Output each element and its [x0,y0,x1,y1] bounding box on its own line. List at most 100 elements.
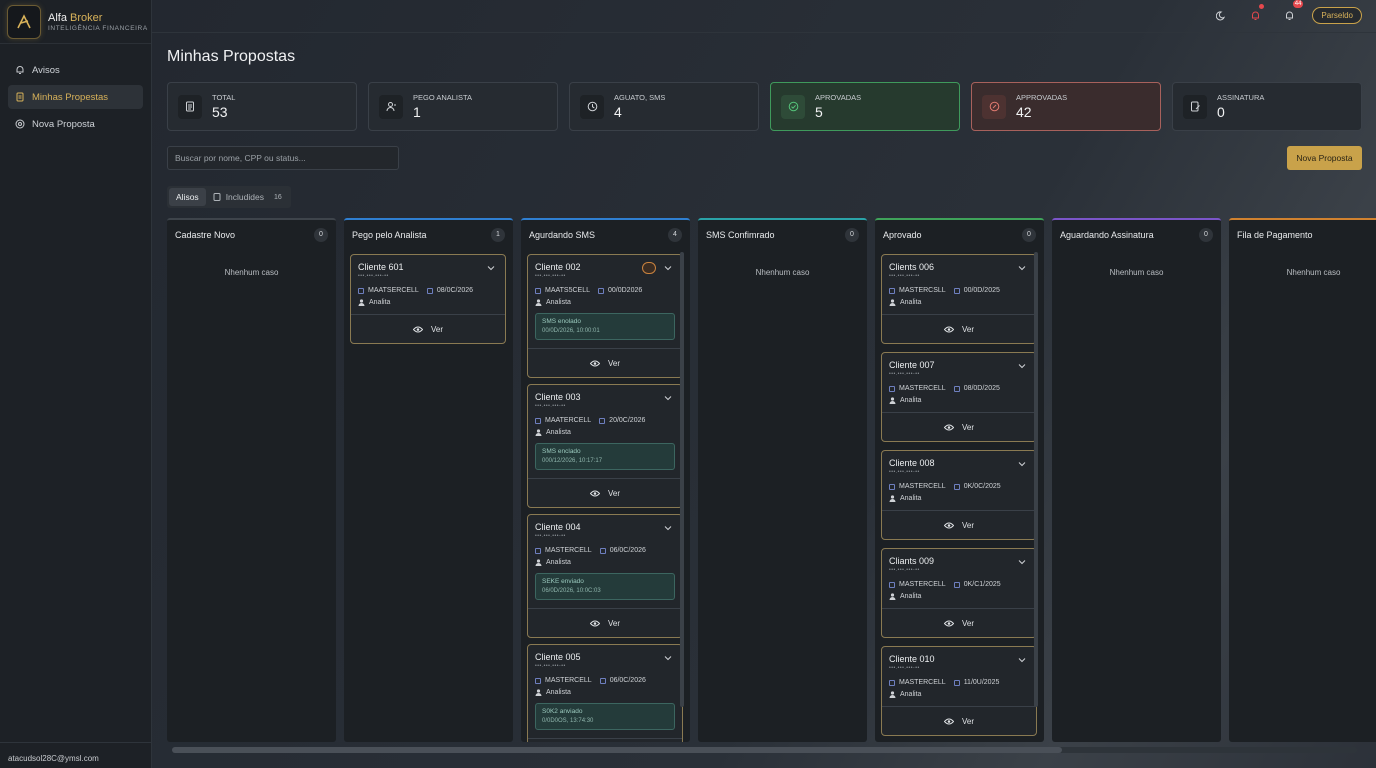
brand[interactable]: Alfa Broker INTELIGÊNCIA FINANCEIRA [0,0,151,44]
client-cpf: •••.•••.•••-•• [535,403,566,409]
card-brand-icon [889,483,895,490]
view-button[interactable]: Ver [528,738,682,742]
nova-proposta-button[interactable]: Nova Proposta [1287,146,1362,170]
card-role: Analita [369,299,391,306]
sms-status-label: SMS enolado [542,318,582,325]
tab-alisos[interactable]: Alisos [169,188,206,206]
card-role: Analita [900,593,922,600]
stat-value: 5 [815,104,823,120]
eye-icon [943,424,954,430]
user-icon [889,691,896,698]
sidebar-item-minhas-propostas[interactable]: Minhas Propestas [8,85,143,109]
sidebar-item-nova-proposta[interactable]: Nova Proposta [8,112,143,136]
empty-state: Nhenhum caso [1109,268,1164,277]
view-button[interactable]: Ver [882,706,1036,735]
profile-button[interactable]: Parseldo [1312,6,1362,24]
brand-tagline: INTELIGÊNCIA FINANCEIRA [48,24,148,32]
calendar-icon [953,679,960,686]
chevron-down-icon[interactable] [487,265,495,271]
client-cpf: •••.•••.•••-•• [535,533,566,539]
column-2: Agurdando SMS 4 Cliente 002 •••.•••.•••-•• M… [521,218,690,742]
eye-icon [589,620,600,626]
proposal-card[interactable]: Cliente 003 •••.•••.•••-•• MAATERCELL 20/0C… [527,384,683,508]
proposal-card[interactable]: Cliente 004 •••.•••.•••-•• MASTERCELL 06/0C… [527,514,683,638]
proposal-card[interactable]: Cliente 010 •••.•••.•••-•• MASTERCELL 11/0U… [881,646,1037,736]
calendar-icon [953,581,960,588]
card-brand: MAATS5CELL [545,287,590,294]
notifications-button[interactable]: 44 [1280,0,1304,24]
view-button[interactable]: Ver [528,348,682,377]
scrollbar-thumb[interactable] [172,747,1062,753]
page-title: Minhas Propostas [167,48,296,65]
chevron-down-icon[interactable] [664,655,672,661]
view-tabs: Alisos Includides 16 [167,186,291,208]
chevron-down-icon[interactable] [664,265,672,271]
client-cpf: •••.•••.•••-•• [889,567,920,573]
chevron-down-icon[interactable] [1018,265,1026,271]
eye-icon [589,360,600,366]
column-4: Aprovado 0 Clients 006 •••.•••.•••-•• MASTER… [875,218,1044,742]
logo-icon [7,4,41,39]
card-date: 11/0U/2025 [963,679,1000,686]
column-scrollbar[interactable] [680,252,684,707]
view-button[interactable]: Ver [882,412,1036,441]
card-brand: MAATERCELL [545,417,592,424]
view-button[interactable]: Ver [528,608,682,637]
warning-icon [642,262,656,274]
calendar-icon [953,483,960,490]
proposal-card[interactable]: Cliente 601 •••.•••.•••-•• MAATSERCELL 08/0… [350,254,506,344]
chevron-down-icon[interactable] [1018,559,1026,565]
card-brand: MASTERCELL [899,679,946,686]
sidebar-item-label: Nova Proposta [32,118,95,130]
chevron-down-icon[interactable] [1018,363,1026,369]
column-header: Cadastre Novo 0 [167,220,336,249]
user-icon [358,299,365,306]
client-name: Cliants 009 [889,556,935,566]
proposal-card[interactable]: Cliants 009 •••.•••.•••-•• MASTERCELL 0K/C1… [881,548,1037,638]
alerts-button[interactable] [1246,4,1265,24]
tab-includides[interactable]: Includides 16 [206,188,289,206]
sidebar-item-avisos[interactable]: Avisos [8,58,143,82]
view-button[interactable]: Ver [882,608,1036,637]
client-cpf: •••.•••.•••-•• [535,663,566,669]
main-area: 44 Parseldo Minhas Propostas TOTAL 53 PEG… [152,0,1376,768]
card-date: 06/0C/2026 [609,547,646,554]
view-button[interactable]: Ver [882,510,1036,539]
view-button[interactable]: Ver [528,478,682,507]
sms-status: SEKE enviado 06/0D/2026, 10:0C:03 [535,573,675,600]
column-header: SMS Confimrado 0 [698,220,867,249]
horizontal-scrollbar[interactable] [172,747,1357,753]
calendar-icon [599,547,606,554]
sidebar-item-label: Minhas Propestas [32,91,109,103]
stat-label: TOTAL [212,93,236,102]
column-title: SMS Confimrado [706,229,775,240]
card-date: 0K/C1/2025 [963,581,1001,588]
moon-icon [1215,10,1225,20]
chevron-down-icon[interactable] [1018,461,1026,467]
client-cpf: •••.•••.•••-•• [358,273,389,279]
stat-card-aprovadas: APROVADAS 5 [770,82,960,131]
column-scrollbar[interactable] [1034,252,1038,707]
calendar-icon [953,287,960,294]
card-role: Analita [900,691,922,698]
card-date: 00/0D/2025 [963,287,1000,294]
user-icon [379,94,403,119]
proposal-card[interactable]: Clients 006 •••.•••.•••-•• MASTERCSLL 00/0D… [881,254,1037,344]
search-input[interactable]: Buscar por nome, CPP ou status... [167,146,399,170]
column-title: Pego pelo Analista [352,229,427,240]
eye-icon [589,490,600,496]
view-button[interactable]: Ver [351,314,505,343]
theme-toggle-button[interactable] [1212,6,1230,24]
chevron-down-icon[interactable] [664,525,672,531]
chevron-down-icon[interactable] [1018,657,1026,663]
proposal-card[interactable]: Cliente 008 •••.•••.•••-•• MASTERCELL 0K/0C… [881,450,1037,540]
proposal-card[interactable]: Cliente 002 •••.•••.•••-•• MAATS5CELL 00/0D… [527,254,683,378]
card-date: 00/0D2026 [608,287,643,294]
chevron-down-icon[interactable] [664,395,672,401]
card-brand-icon [358,287,364,294]
view-button[interactable]: Ver [882,314,1036,343]
proposal-card[interactable]: Cliente 005 •••.•••.•••-•• MASTERCELL 06/0C… [527,644,683,742]
sign-icon [1183,94,1207,119]
stats-row: TOTAL 53 PEGO ANALISTA 1 AGUATO, SMS 4 APRO… [167,82,1373,131]
proposal-card[interactable]: Cliente 007 •••.•••.•••-•• MASTERCELL 08/0D… [881,352,1037,442]
